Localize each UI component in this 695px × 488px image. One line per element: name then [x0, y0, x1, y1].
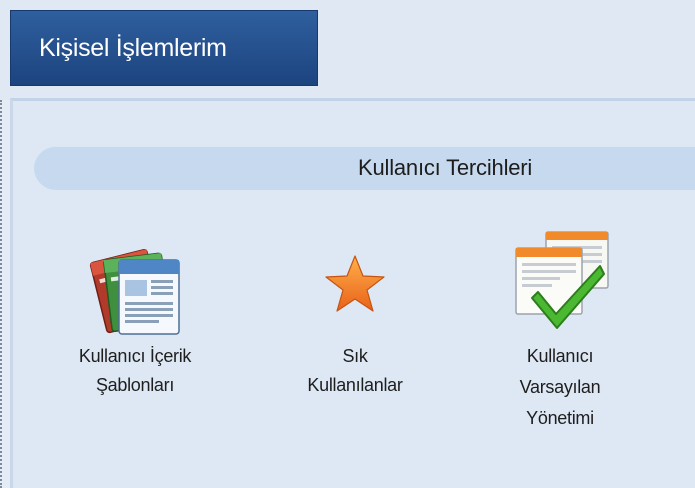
document-templates-icon — [87, 234, 191, 338]
star-icon — [322, 252, 388, 318]
checklist-icon — [508, 226, 614, 334]
section-header-user-preferences: Kullanıcı Tercihleri — [34, 146, 695, 190]
tool-user-content-templates[interactable]: Kullanıcı İçerik Şablonları — [35, 230, 235, 410]
tool-label-line-1: Kullanıcı İçerik — [78, 346, 192, 366]
tool-user-default-management[interactable]: Kullanıcı Varsayılan Yönetimi — [460, 222, 660, 462]
tool-label-line-1: Sık — [342, 346, 368, 366]
tab-personal-operations[interactable]: Kişisel İşlemlerim — [10, 10, 318, 86]
tool-label-line-3: Yönetimi — [526, 408, 594, 428]
tool-label-line-2: Kullanılanlar — [307, 375, 403, 395]
tool-label-line-1: Kullanıcı — [526, 346, 594, 366]
panel-edge-divider — [0, 100, 3, 488]
tool-label-line-2: Varsayılan — [519, 377, 601, 397]
tool-label-line-2: Şablonları — [95, 375, 175, 395]
tool-favorites[interactable]: Sık Kullanılanlar — [270, 230, 440, 410]
section-title: Kullanıcı Tercihleri — [358, 155, 533, 180]
